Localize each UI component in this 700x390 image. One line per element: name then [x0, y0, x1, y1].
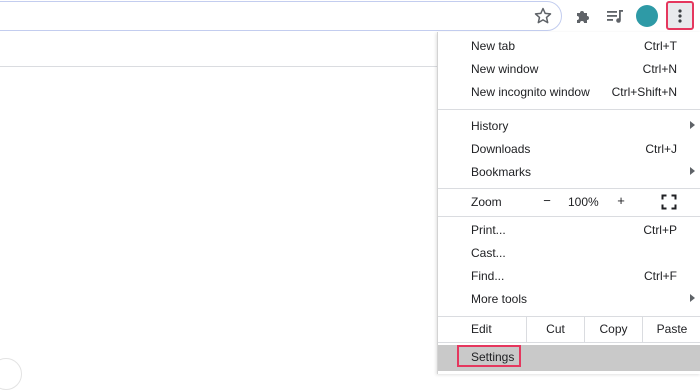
menu-item-label: Print...	[471, 223, 506, 237]
zoom-in-button[interactable]: +	[612, 193, 630, 211]
menu-item-label: History	[471, 119, 509, 133]
browser-toolbar	[0, 0, 700, 34]
fullscreen-icon[interactable]	[661, 194, 677, 210]
menu-item-more-tools[interactable]: More tools	[438, 288, 700, 311]
zoom-row: Zoom − 100% +	[438, 190, 700, 215]
chrome-menu: New tab Ctrl+T New window Ctrl+N New inc…	[437, 32, 700, 374]
content-divider	[0, 66, 438, 67]
edit-row: Edit Cut Copy Paste	[438, 317, 700, 342]
submenu-arrow-icon	[690, 294, 695, 302]
menu-item-bookmarks[interactable]: Bookmarks	[438, 161, 700, 184]
menu-item-shortcut: Ctrl+F	[644, 269, 677, 283]
menu-item-label: Settings	[471, 350, 515, 364]
menu-separator	[438, 342, 700, 343]
zoom-label: Zoom	[471, 195, 502, 209]
media-control-icon[interactable]	[604, 5, 626, 27]
submenu-arrow-icon	[690, 121, 695, 129]
page-element	[0, 358, 22, 390]
zoom-out-button[interactable]: −	[538, 193, 556, 211]
menu-item-label: New window	[471, 62, 539, 76]
menu-item-shortcut: Ctrl+N	[642, 62, 677, 76]
menu-item-shortcut: Ctrl+Shift+N	[611, 85, 677, 99]
menu-item-label: Cast...	[471, 246, 506, 260]
copy-button[interactable]: Copy	[584, 317, 642, 342]
puzzle-icon[interactable]	[572, 5, 594, 27]
menu-item-settings[interactable]: Settings	[438, 345, 700, 371]
menu-item-find[interactable]: Find... Ctrl+F	[438, 265, 700, 288]
address-bar[interactable]	[0, 1, 562, 31]
paste-button[interactable]: Paste	[642, 317, 700, 342]
menu-separator	[438, 109, 700, 110]
menu-item-shortcut: Ctrl+J	[645, 142, 677, 156]
menu-item-new-incognito-window[interactable]: New incognito window Ctrl+Shift+N	[438, 81, 700, 104]
menu-item-label: Bookmarks	[471, 165, 532, 179]
menu-item-label: More tools	[471, 292, 528, 306]
menu-item-label: New incognito window	[471, 85, 590, 99]
star-icon[interactable]	[533, 6, 553, 26]
menu-separator	[438, 188, 700, 189]
zoom-level: 100%	[568, 195, 599, 209]
cut-button[interactable]: Cut	[526, 317, 584, 342]
edit-label: Edit	[471, 322, 492, 336]
menu-item-label: New tab	[471, 39, 516, 53]
menu-item-cast[interactable]: Cast...	[438, 242, 700, 265]
menu-item-new-window[interactable]: New window Ctrl+N	[438, 58, 700, 81]
menu-item-history[interactable]: History	[438, 115, 700, 138]
menu-item-print[interactable]: Print... Ctrl+P	[438, 219, 700, 242]
submenu-arrow-icon	[690, 167, 695, 175]
menu-item-label: Downloads	[471, 142, 531, 156]
avatar[interactable]	[636, 5, 658, 27]
menu-item-new-tab[interactable]: New tab Ctrl+T	[438, 35, 700, 58]
menu-item-shortcut: Ctrl+T	[644, 39, 677, 53]
menu-item-label: Find...	[471, 269, 505, 283]
menu-item-shortcut: Ctrl+P	[643, 223, 677, 237]
menu-separator	[438, 216, 700, 217]
menu-item-downloads[interactable]: Downloads Ctrl+J	[438, 138, 700, 161]
more-vert-icon[interactable]	[666, 1, 694, 30]
